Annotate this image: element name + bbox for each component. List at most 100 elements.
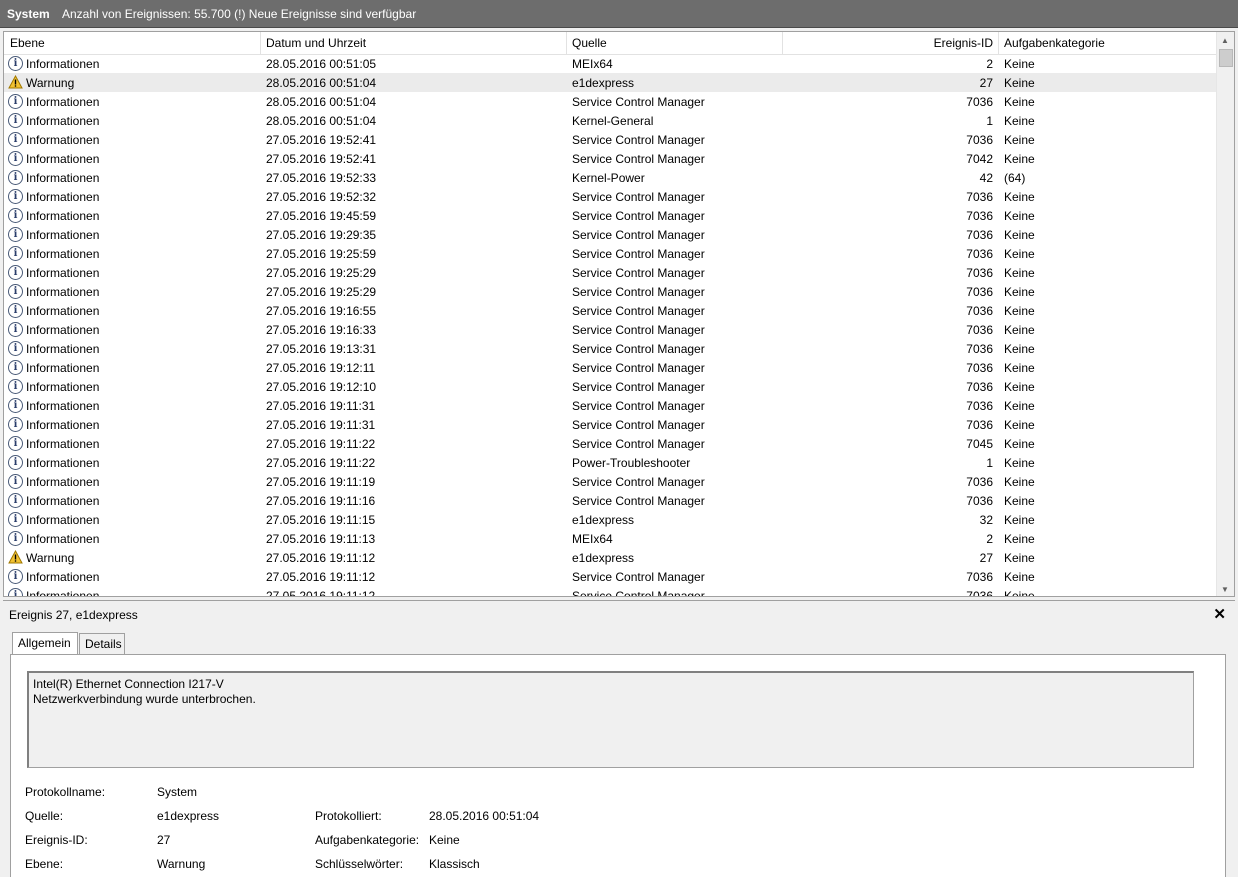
table-row[interactable]: i Informationen 27.05.2016 19:16:33 Service… — [4, 320, 1216, 339]
table-row[interactable]: i Informationen 27.05.2016 19:11:12 Service… — [4, 586, 1216, 597]
general-tab-panel: Intel(R) Ethernet Connection I217-V Netz… — [10, 654, 1226, 877]
event-level: Informationen — [26, 323, 100, 337]
event-date: 27.05.2016 19:11:12 — [266, 589, 376, 597]
event-category: Keine — [1004, 152, 1035, 166]
table-row[interactable]: i Informationen 27.05.2016 19:25:59 Service… — [4, 244, 1216, 263]
event-source: Service Control Manager — [572, 228, 705, 242]
column-header-event-id[interactable]: Ereignis-ID — [864, 36, 993, 50]
info-icon: i — [8, 303, 23, 318]
event-id: 7036 — [966, 380, 993, 394]
scroll-up-icon[interactable]: ▲ — [1221, 36, 1229, 45]
scroll-down-icon[interactable]: ▼ — [1221, 585, 1229, 594]
event-id: 7036 — [966, 342, 993, 356]
column-header-task-category[interactable]: Aufgabenkategorie — [1004, 36, 1105, 50]
event-level: Informationen — [26, 228, 100, 242]
event-level: Informationen — [26, 456, 100, 470]
event-date: 28.05.2016 00:51:04 — [266, 114, 377, 128]
event-category: Keine — [1004, 190, 1035, 204]
table-row[interactable]: i Informationen 27.05.2016 19:12:10 Service… — [4, 377, 1216, 396]
info-icon: i — [8, 132, 23, 147]
info-icon: i — [8, 189, 23, 204]
table-row[interactable]: i Informationen 27.05.2016 19:11:19 Service… — [4, 472, 1216, 491]
event-category: Keine — [1004, 418, 1035, 432]
event-list[interactable]: Ebene Datum und Uhrzeit Quelle Ereignis-… — [3, 31, 1235, 597]
table-row[interactable]: i Informationen 27.05.2016 19:52:32 Service… — [4, 187, 1216, 206]
event-level: Informationen — [26, 570, 100, 584]
table-row[interactable]: Warnung 28.05.2016 00:51:04 e1dexpress 27 Ke… — [4, 73, 1216, 92]
event-category: Keine — [1004, 532, 1035, 546]
table-row[interactable]: i Informationen 27.05.2016 19:52:33 Kernel-… — [4, 168, 1216, 187]
title-bar: System Anzahl von Ereignissen: 55.700 (!… — [0, 0, 1238, 28]
table-row[interactable]: i Informationen 28.05.2016 00:51:04 Kernel-… — [4, 111, 1216, 130]
table-row[interactable]: i Informationen 27.05.2016 19:52:41 Service… — [4, 149, 1216, 168]
table-row[interactable]: i Informationen 27.05.2016 19:25:29 Service… — [4, 282, 1216, 301]
info-icon: i — [8, 531, 23, 546]
table-row[interactable]: i Informationen 27.05.2016 19:11:22 Service… — [4, 434, 1216, 453]
close-icon[interactable]: ✕ — [1213, 605, 1226, 623]
event-category: Keine — [1004, 323, 1035, 337]
event-date: 27.05.2016 19:11:31 — [266, 399, 376, 413]
event-source: Service Control Manager — [572, 133, 705, 147]
column-header-date[interactable]: Datum und Uhrzeit — [266, 36, 366, 50]
table-row[interactable]: i Informationen 27.05.2016 19:11:13 MEIx64 2… — [4, 529, 1216, 548]
table-row[interactable]: i Informationen 27.05.2016 19:16:55 Service… — [4, 301, 1216, 320]
table-row[interactable]: i Informationen 27.05.2016 19:11:22 Power-T… — [4, 453, 1216, 472]
table-row[interactable]: i Informationen 27.05.2016 19:52:41 Service… — [4, 130, 1216, 149]
event-source: e1dexpress — [572, 513, 635, 527]
table-row[interactable]: Warnung 27.05.2016 19:11:12 e1dexpress 27 Ke… — [4, 548, 1216, 567]
event-id: 7036 — [966, 589, 993, 597]
event-message-box[interactable]: Intel(R) Ethernet Connection I217-V Netz… — [27, 671, 1194, 768]
event-id: 7036 — [966, 361, 993, 375]
table-row[interactable]: i Informationen 27.05.2016 19:25:29 Service… — [4, 263, 1216, 282]
event-category: Keine — [1004, 57, 1035, 71]
info-icon: i — [8, 455, 23, 470]
table-row[interactable]: i Informationen 28.05.2016 00:51:04 Service… — [4, 92, 1216, 111]
event-id: 32 — [979, 513, 993, 527]
event-source: Service Control Manager — [572, 190, 705, 204]
info-icon: i — [8, 588, 23, 596]
table-row[interactable]: i Informationen 27.05.2016 19:45:59 Service… — [4, 206, 1216, 225]
tab-allgemein[interactable]: Allgemein — [12, 632, 78, 655]
table-row[interactable]: i Informationen 28.05.2016 00:51:05 MEIx64 2… — [4, 54, 1216, 73]
event-date: 28.05.2016 00:51:05 — [266, 57, 377, 71]
event-date: 27.05.2016 19:11:12 — [266, 570, 376, 584]
vertical-scrollbar[interactable]: ▲ ▼ — [1216, 32, 1234, 596]
event-id: 7036 — [966, 285, 993, 299]
event-source: Service Control Manager — [572, 570, 705, 584]
detail-pane-header: Ereignis 27, e1dexpress ✕ — [3, 600, 1235, 627]
event-source: Service Control Manager — [572, 285, 705, 299]
tab-details[interactable]: Details — [79, 633, 125, 654]
table-row[interactable]: i Informationen 27.05.2016 19:29:35 Service… — [4, 225, 1216, 244]
info-icon: i — [8, 94, 23, 109]
event-source: Service Control Manager — [572, 152, 705, 166]
level-label: Ebene: — [25, 857, 64, 871]
event-date: 27.05.2016 19:12:11 — [266, 361, 376, 375]
info-icon: i — [8, 398, 23, 413]
table-row[interactable]: i Informationen 27.05.2016 19:11:31 Service… — [4, 396, 1216, 415]
event-level: Informationen — [26, 513, 100, 527]
event-level: Informationen — [26, 152, 100, 166]
event-id: 27 — [979, 551, 993, 565]
event-level: Informationen — [26, 437, 100, 451]
info-icon: i — [8, 569, 23, 584]
event-level: Informationen — [26, 266, 100, 280]
table-row[interactable]: i Informationen 27.05.2016 19:12:11 Service… — [4, 358, 1216, 377]
table-row[interactable]: i Informationen 27.05.2016 19:11:15 e1dexpr… — [4, 510, 1216, 529]
event-id: 7036 — [966, 570, 993, 584]
column-header-row: Ebene Datum und Uhrzeit Quelle Ereignis-… — [4, 32, 1216, 55]
event-id: 1 — [986, 114, 993, 128]
event-source: Service Control Manager — [572, 304, 705, 318]
event-level: Informationen — [26, 190, 100, 204]
event-category: Keine — [1004, 114, 1035, 128]
table-row[interactable]: i Informationen 27.05.2016 19:11:12 Service… — [4, 567, 1216, 586]
event-source: Service Control Manager — [572, 494, 705, 508]
table-row[interactable]: i Informationen 27.05.2016 19:11:31 Service… — [4, 415, 1216, 434]
event-id: 7042 — [966, 152, 993, 166]
scroll-thumb[interactable] — [1219, 49, 1233, 67]
keywords-label: Schlüsselwörter: — [315, 857, 404, 871]
column-header-level[interactable]: Ebene — [10, 36, 45, 50]
table-row[interactable]: i Informationen 27.05.2016 19:13:31 Service… — [4, 339, 1216, 358]
table-row[interactable]: i Informationen 27.05.2016 19:11:16 Service… — [4, 491, 1216, 510]
info-icon: i — [8, 360, 23, 375]
column-header-source[interactable]: Quelle — [572, 36, 607, 50]
